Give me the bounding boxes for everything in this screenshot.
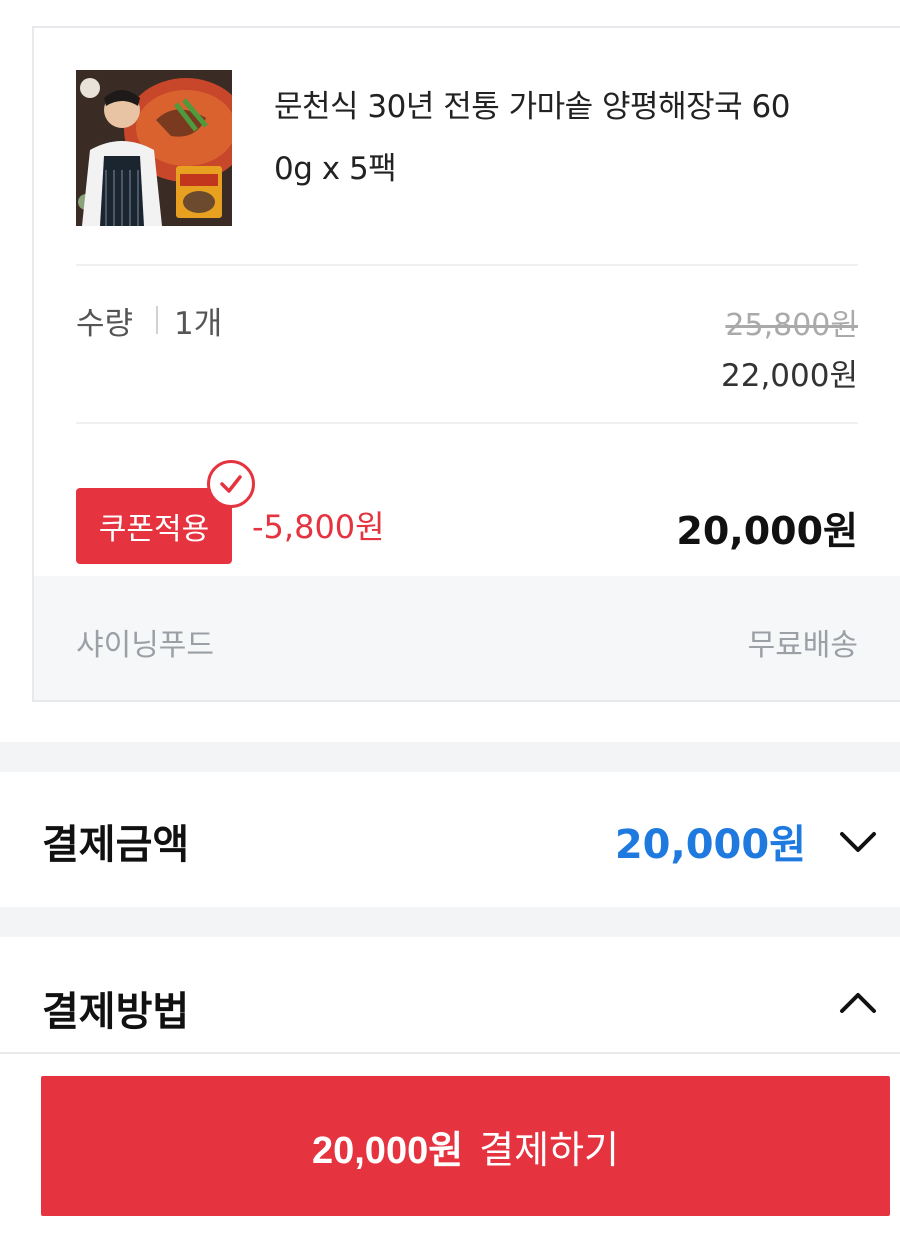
final-price: 20,000원 — [676, 509, 858, 553]
payment-method-title: 결제방법 — [42, 989, 190, 1035]
order-item-card: 문천식 30년 전통 가마솥 양평해장국 60 0g x 5팩 수량 1개 25… — [32, 26, 900, 702]
pay-button-amount: 20,000원 — [311, 1129, 464, 1172]
quantity-value: 1개 — [174, 306, 223, 342]
product-name[interactable]: 문천식 30년 전통 가마솥 양평해장국 60 0g x 5팩 — [274, 76, 858, 200]
shipping-info: 무료배송 — [747, 628, 858, 663]
quantity-label: 수량 — [76, 306, 134, 342]
section-gap — [0, 742, 900, 772]
product-thumbnail[interactable] — [76, 70, 232, 226]
sale-price: 22,000원 — [721, 358, 858, 394]
seller-bar: 샤이닝푸드 무료배송 — [34, 576, 900, 700]
product-photo-icon — [76, 70, 232, 226]
chevron-up-icon[interactable] — [838, 983, 878, 1023]
divider — [76, 422, 858, 424]
original-price: 25,800원 — [725, 308, 858, 343]
payment-total: 20,000원 — [614, 822, 806, 868]
divider — [76, 264, 858, 266]
check-icon — [207, 460, 255, 508]
coupon-apply-button[interactable]: 쿠폰적용 — [76, 488, 232, 564]
quantity-price-row: 수량 1개 25,800원 22,000원 — [76, 298, 858, 418]
coupon-badge-label: 쿠폰적용 — [98, 512, 210, 547]
product-name-line2: 0g x 5팩 — [274, 151, 397, 187]
pay-button-label: 결제하기 — [479, 1129, 620, 1172]
chevron-down-icon[interactable] — [838, 822, 878, 862]
payment-method-section[interactable]: 결제방법 — [0, 937, 900, 1052]
pay-button[interactable]: 20,000원 결제하기 — [41, 1076, 890, 1216]
coupon-row: 쿠폰적용 -5,800원 20,000원 — [76, 460, 858, 568]
payment-amount-section[interactable]: 결제금액 20,000원 — [0, 772, 900, 907]
product-row: 문천식 30년 전통 가마솥 양평해장국 60 0g x 5팩 — [76, 70, 858, 230]
product-name-line1: 문천식 30년 전통 가마솥 양평해장국 60 — [274, 89, 790, 125]
coupon-discount: -5,800원 — [252, 508, 385, 546]
section-gap — [0, 907, 900, 937]
quantity-separator — [156, 306, 158, 334]
payment-amount-title: 결제금액 — [42, 822, 190, 868]
seller-name[interactable]: 샤이닝푸드 — [76, 620, 214, 664]
bottom-action-bar: 20,000원 결제하기 — [0, 1052, 900, 1236]
